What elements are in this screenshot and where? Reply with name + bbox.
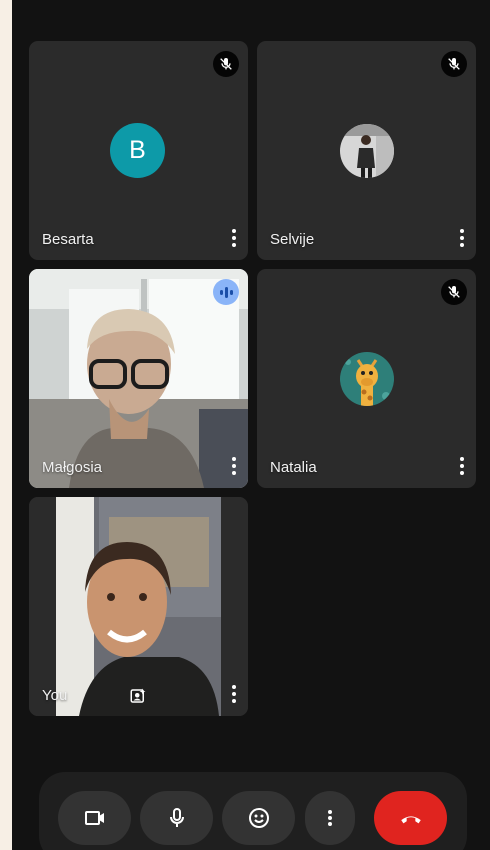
avatar-photo bbox=[340, 124, 394, 178]
avatar-giraffe bbox=[340, 352, 394, 406]
more-options-icon bbox=[328, 810, 332, 826]
more-options-icon[interactable] bbox=[227, 225, 241, 251]
camera-button[interactable] bbox=[58, 791, 131, 845]
reactions-button[interactable] bbox=[222, 791, 295, 845]
microphone-button[interactable] bbox=[140, 791, 213, 845]
effects-icon[interactable] bbox=[127, 685, 149, 707]
participant-tile-besarta[interactable]: B Besarta bbox=[29, 41, 248, 260]
participant-name: Besarta bbox=[42, 231, 94, 248]
call-controls-bar bbox=[39, 772, 467, 850]
self-video-tile[interactable]: You bbox=[29, 497, 248, 716]
participant-name: Selvije bbox=[270, 231, 315, 248]
hang-up-icon bbox=[400, 816, 421, 824]
muted-microphone-icon bbox=[441, 51, 467, 77]
more-options-icon[interactable] bbox=[455, 453, 469, 479]
muted-microphone-icon bbox=[213, 51, 239, 77]
participant-name: Małgosia bbox=[42, 459, 103, 476]
meeting-screen: B Besarta Selvije Małgosia Natalia You bbox=[12, 0, 490, 850]
participant-tile-natalia[interactable]: Natalia bbox=[257, 269, 476, 488]
more-options-button[interactable] bbox=[305, 791, 355, 845]
muted-microphone-icon bbox=[441, 279, 467, 305]
participant-tile-malgosia[interactable]: Małgosia bbox=[29, 269, 248, 488]
participant-name: You bbox=[42, 687, 68, 704]
more-options-icon[interactable] bbox=[227, 453, 241, 479]
avatar: B bbox=[110, 123, 165, 178]
end-call-button[interactable] bbox=[374, 791, 447, 845]
participant-name: Natalia bbox=[270, 459, 317, 476]
microphone-icon bbox=[169, 808, 184, 827]
speaking-indicator-icon bbox=[213, 279, 239, 305]
video-feed bbox=[29, 269, 248, 488]
more-options-icon[interactable] bbox=[455, 225, 469, 251]
self-video-feed bbox=[29, 497, 248, 716]
emoji-icon bbox=[248, 808, 269, 828]
more-options-icon[interactable] bbox=[227, 681, 241, 707]
camera-icon bbox=[84, 811, 104, 825]
participant-tile-selvije[interactable]: Selvije bbox=[257, 41, 476, 260]
